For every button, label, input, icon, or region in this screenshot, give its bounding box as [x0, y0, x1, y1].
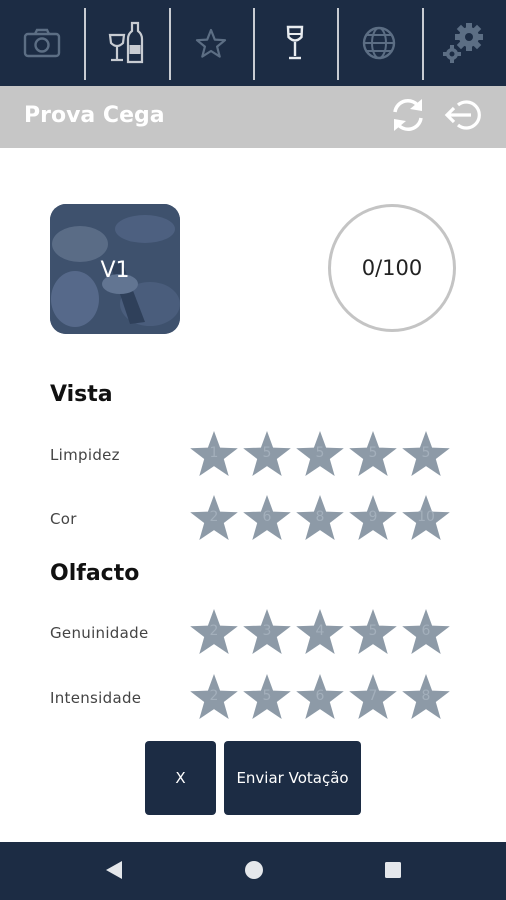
nav-wines[interactable] [84, 0, 168, 86]
top-navigation [0, 0, 506, 86]
star-outline-icon [195, 28, 227, 58]
star-value: 6 [315, 688, 325, 704]
camera-icon [23, 28, 61, 58]
criterion-label-genuinidade: Genuinidade [50, 624, 149, 642]
rating-cor: 2 6 8 9 10 [188, 493, 454, 545]
recents-button[interactable] [379, 858, 407, 886]
star-rating-button[interactable]: 2 [188, 607, 240, 659]
back-button[interactable] [100, 858, 128, 886]
rating-limpidez: 1 5 5 5 5 [188, 429, 454, 481]
star-rating-button[interactable]: 2 [188, 672, 240, 724]
nav-camera[interactable] [0, 0, 84, 86]
star-rating-button[interactable]: 5 [241, 429, 293, 481]
page-title: Prova Cega [24, 103, 165, 128]
star-rating-button[interactable]: 9 [347, 493, 399, 545]
logout-button[interactable] [444, 97, 484, 137]
star-rating-button[interactable]: 7 [347, 672, 399, 724]
criterion-label-intensidade: Intensidade [50, 689, 142, 707]
star-rating-button[interactable]: 6 [294, 672, 346, 724]
criterion-label-limpidez: Limpidez [50, 446, 120, 464]
star-rating-button[interactable]: 5 [241, 672, 293, 724]
star-rating-button[interactable]: 8 [400, 672, 452, 724]
star-value: 5 [262, 445, 272, 461]
star-value: 8 [421, 688, 431, 704]
star-rating-button[interactable]: 5 [347, 607, 399, 659]
back-triangle-icon [104, 859, 124, 886]
star-rating-button[interactable]: 5 [294, 429, 346, 481]
submit-vote-button[interactable]: Enviar Votação [224, 741, 361, 815]
star-value: 2 [209, 509, 219, 525]
nav-favorites[interactable] [168, 0, 253, 86]
globe-icon [361, 25, 397, 61]
star-rating-button[interactable]: 8 [294, 493, 346, 545]
star-rating-button[interactable]: 4 [294, 607, 346, 659]
nav-language[interactable] [337, 0, 421, 86]
score-display: 0/100 [328, 204, 456, 332]
star-rating-button[interactable]: 5 [400, 429, 452, 481]
star-rating-button[interactable]: 3 [241, 607, 293, 659]
wine-glass-icon [285, 25, 305, 61]
star-value: 5 [421, 445, 431, 461]
nav-tasting[interactable] [252, 0, 337, 86]
star-value: 6 [421, 623, 431, 639]
star-value: 5 [315, 445, 325, 461]
star-value: 2 [209, 688, 219, 704]
star-value: 3 [262, 623, 272, 639]
refresh-button[interactable] [388, 97, 428, 137]
star-rating-button[interactable]: 10 [400, 493, 452, 545]
recents-square-icon [383, 860, 403, 885]
star-value: 8 [315, 509, 325, 525]
title-bar: Prova Cega [0, 86, 506, 148]
star-value: 1 [209, 445, 219, 461]
refresh-icon [388, 95, 428, 140]
star-value: 5 [368, 445, 378, 461]
nav-settings[interactable] [421, 0, 506, 86]
star-value: 2 [209, 623, 219, 639]
star-value: 7 [368, 688, 378, 704]
rating-intensidade: 2 5 6 7 8 [188, 672, 454, 724]
rating-genuinidade: 2 3 4 5 6 [188, 607, 454, 659]
sample-label: V1 [100, 258, 130, 283]
section-title-vista: Vista [50, 382, 113, 407]
criterion-label-cor: Cor [50, 510, 77, 528]
gears-icon [441, 21, 487, 65]
star-rating-button[interactable]: 2 [188, 493, 240, 545]
star-value: 4 [315, 623, 325, 639]
sample-image: V1 [50, 204, 180, 334]
star-value: 6 [262, 509, 272, 525]
star-rating-button[interactable]: 6 [241, 493, 293, 545]
cancel-button[interactable]: X [145, 741, 216, 815]
home-button[interactable] [240, 858, 268, 886]
star-value: 10 [417, 509, 435, 525]
home-circle-icon [243, 859, 265, 886]
star-rating-button[interactable]: 1 [188, 429, 240, 481]
star-rating-button[interactable]: 5 [347, 429, 399, 481]
system-navigation-bar [0, 842, 506, 900]
star-value: 5 [262, 688, 272, 704]
star-rating-button[interactable]: 6 [400, 607, 452, 659]
star-value: 5 [368, 623, 378, 639]
star-value: 9 [368, 509, 378, 525]
wine-bottle-glass-icon [106, 21, 146, 65]
section-title-olfacto: Olfacto [50, 561, 140, 586]
logout-icon [444, 95, 484, 140]
